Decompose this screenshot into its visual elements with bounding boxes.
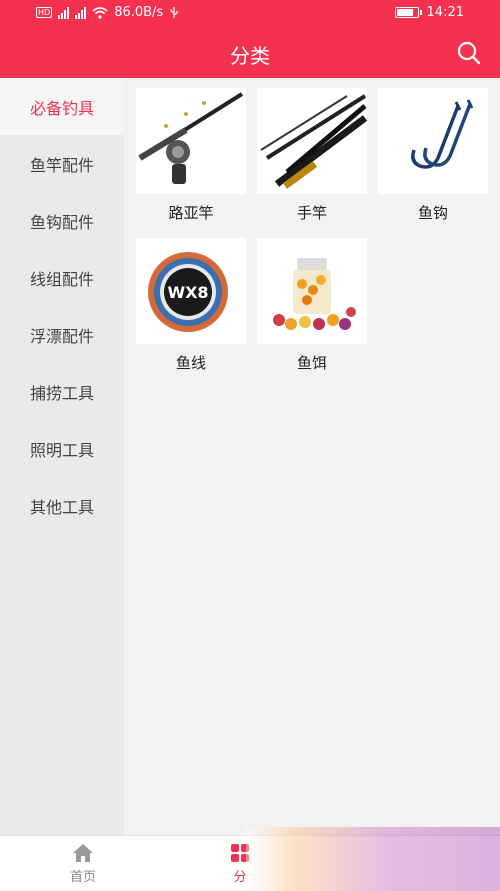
- home-icon: [73, 844, 93, 862]
- sidebar-item-essential-gear[interactable]: 必备钓具: [0, 78, 124, 135]
- status-bar: HD 86.0B/s 14:21: [0, 0, 500, 28]
- product-fish-hook[interactable]: 鱼钩: [378, 88, 488, 238]
- sidebar-item-hook-accessories[interactable]: 鱼钩配件: [0, 192, 124, 249]
- product-fish-bait[interactable]: 鱼饵: [257, 238, 367, 388]
- page-title: 分类: [230, 44, 270, 68]
- product-grid: 路亚竿 手竿 鱼钩 WX8 鱼线 鱼饵: [136, 88, 490, 388]
- search-icon: [457, 41, 481, 65]
- fishing-line-image: WX8: [136, 238, 246, 344]
- tab-home[interactable]: 首页: [43, 842, 123, 885]
- tab-label: 分: [233, 870, 247, 885]
- svg-text:WX8: WX8: [167, 283, 208, 302]
- signal-icon: [75, 6, 87, 19]
- product-label: 鱼线: [175, 354, 206, 372]
- product-label: 手竿: [296, 204, 327, 222]
- product-label: 路亚竿: [168, 204, 214, 222]
- battery-icon: [394, 7, 422, 18]
- sidebar-item-rod-accessories[interactable]: 鱼竿配件: [0, 135, 124, 192]
- sidebar-item-line-accessories[interactable]: 线组配件: [0, 249, 124, 306]
- signal-icon: [58, 6, 70, 19]
- watermark-overlay: [246, 827, 500, 891]
- network-speed: 86.0B/s: [114, 5, 164, 20]
- product-lure-rod[interactable]: 路亚竿: [136, 88, 246, 238]
- wifi-icon: [92, 6, 108, 19]
- clock: 14:21: [426, 5, 464, 20]
- fish-bait-image: [257, 238, 367, 344]
- hd-badge-icon: HD: [36, 7, 53, 18]
- product-hand-rod[interactable]: 手竿: [257, 88, 367, 238]
- app-header: HD 86.0B/s 14:21 分类: [0, 0, 500, 78]
- usb-icon: [170, 7, 178, 18]
- sidebar-item-catching-tools[interactable]: 捕捞工具: [0, 363, 124, 420]
- category-sidebar: 必备钓具 鱼竿配件 鱼钩配件 线组配件 浮漂配件 捕捞工具 照明工具 其他工具: [0, 78, 124, 835]
- sidebar-item-float-accessories[interactable]: 浮漂配件: [0, 306, 124, 363]
- product-label: 鱼饵: [296, 354, 327, 372]
- product-fishing-line[interactable]: WX8 鱼线: [136, 238, 246, 388]
- search-button[interactable]: [456, 40, 482, 66]
- product-label: 鱼钩: [417, 204, 448, 222]
- sidebar-item-other-tools[interactable]: 其他工具: [0, 477, 124, 534]
- fish-hook-image: [378, 88, 488, 194]
- tab-label: 首页: [69, 870, 96, 885]
- lure-rod-image: [136, 88, 246, 194]
- sidebar-item-lighting-tools[interactable]: 照明工具: [0, 420, 124, 477]
- hand-rod-image: [257, 88, 367, 194]
